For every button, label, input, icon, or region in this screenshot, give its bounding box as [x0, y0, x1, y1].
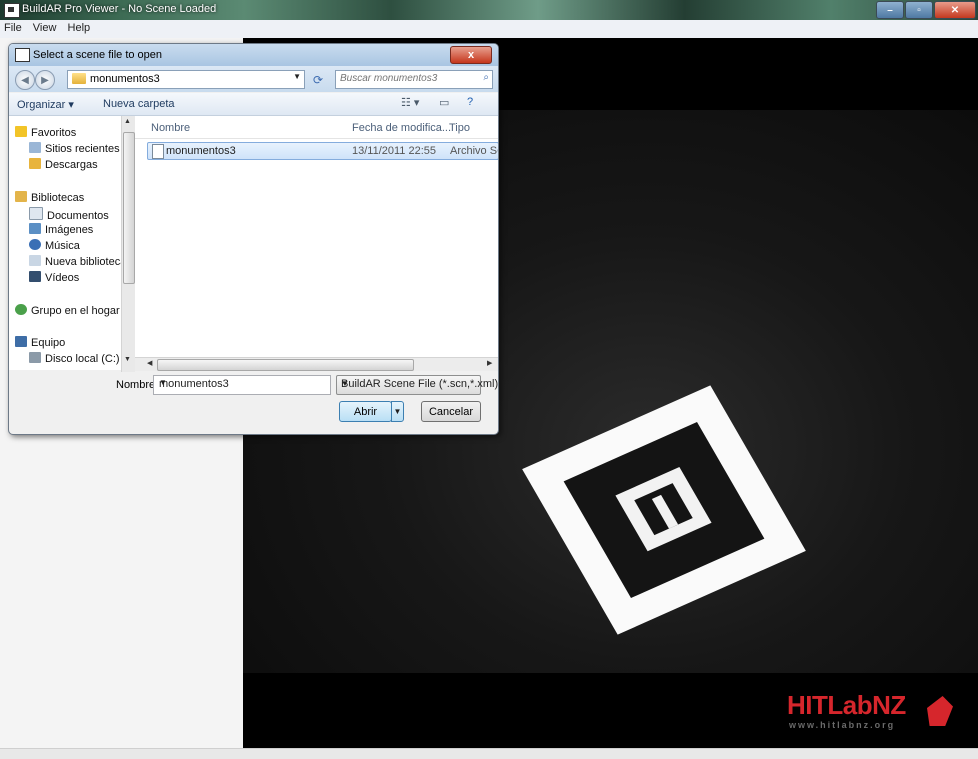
address-bar: ◀ ▶ monumentos3 ▼ ⟳ ⌕: [9, 66, 498, 92]
nav-favorites[interactable]: Favoritos: [15, 126, 76, 140]
open-file-dialog: Select a scene file to open x ◀ ▶ monume…: [8, 43, 499, 435]
ar-marker: [522, 385, 806, 635]
star-icon: [15, 126, 27, 137]
search-icon[interactable]: ⌕: [483, 72, 489, 83]
file-list: Nombre Fecha de modifica... Tipo monumen…: [135, 116, 498, 370]
hitlabnz-logo: HITLabNZ www.hitlabnz.org: [787, 682, 967, 738]
logo-url: www.hitlabnz.org: [789, 720, 896, 730]
scroll-down-icon[interactable]: ▼: [124, 356, 131, 363]
back-icon[interactable]: ◀: [15, 70, 35, 90]
app-icon: [4, 3, 20, 18]
minimize-button[interactable]: –: [876, 1, 904, 19]
new-folder-button[interactable]: Nueva carpeta: [103, 98, 175, 110]
scroll-thumb[interactable]: [123, 132, 135, 284]
file-date: 13/11/2011 22:55: [352, 145, 437, 157]
marker-glyph: [615, 467, 712, 552]
menu-file[interactable]: File: [0, 20, 26, 34]
nav-recent-places[interactable]: Sitios recientes: [29, 142, 120, 156]
dialog-titlebar: Select a scene file to open x: [9, 44, 498, 66]
file-row[interactable]: monumentos3 13/11/2011 22:55 Archivo SCN: [147, 142, 498, 160]
homegroup-icon: [15, 304, 27, 315]
nav-new-library[interactable]: Nueva biblioteca: [29, 255, 126, 269]
menu-help[interactable]: Help: [64, 20, 95, 34]
forward-icon[interactable]: ▶: [35, 70, 55, 90]
file-name: monumentos3: [166, 145, 236, 157]
breadcrumb-current[interactable]: monumentos3: [90, 73, 160, 85]
disk-icon: [29, 352, 41, 363]
nav-libraries[interactable]: Bibliotecas: [15, 191, 84, 205]
filename-input[interactable]: monumentos3 ▼: [153, 375, 331, 395]
nav-homegroup[interactable]: Grupo en el hogar: [15, 304, 120, 318]
scroll-up-icon[interactable]: ▲: [124, 118, 131, 125]
column-type[interactable]: Tipo: [449, 122, 470, 134]
close-button[interactable]: ✕: [934, 1, 976, 19]
filetype-select[interactable]: BuildAR Scene File (*.scn,*.xml) ▼: [336, 375, 498, 395]
logo-text: HITLabNZ: [787, 690, 906, 720]
documents-icon: [29, 207, 43, 220]
nav-scrollbar[interactable]: ▲ ▼: [121, 116, 135, 372]
marker-inner: [563, 421, 765, 599]
search-field[interactable]: ⌕: [335, 70, 493, 89]
nav-pictures[interactable]: Imágenes: [29, 223, 93, 237]
window-controls: – ▫ ✕: [875, 1, 976, 19]
computer-icon: [15, 336, 27, 347]
column-headers: Nombre Fecha de modifica... Tipo: [135, 116, 498, 139]
chevron-down-icon[interactable]: ▼: [341, 379, 476, 388]
filename-label: Nombre:: [116, 379, 159, 391]
preview-pane-icon[interactable]: ▭: [439, 96, 449, 109]
nav-computer[interactable]: Equipo: [15, 336, 65, 350]
maximize-button[interactable]: ▫: [905, 1, 933, 19]
status-bar: [0, 748, 978, 759]
file-hscrollbar[interactable]: ◀ ▶: [135, 357, 498, 371]
column-date[interactable]: Fecha de modifica...: [352, 122, 451, 134]
folder-icon: [72, 73, 86, 84]
refresh-icon[interactable]: ⟳: [307, 70, 329, 89]
chevron-down-icon[interactable]: ▼: [159, 378, 326, 387]
recent-places-icon: [29, 142, 41, 153]
hscroll-thumb[interactable]: [157, 359, 414, 371]
cancel-button[interactable]: Cancelar: [421, 401, 481, 422]
chevron-down-icon[interactable]: ▼: [293, 72, 301, 81]
column-name[interactable]: Nombre: [151, 122, 190, 134]
file-type: Archivo SCN: [450, 145, 498, 157]
scroll-right-icon[interactable]: ▶: [487, 359, 492, 367]
file-icon: [152, 144, 164, 159]
nav-local-disk[interactable]: Disco local (C:): [29, 352, 120, 366]
help-icon[interactable]: ?: [467, 96, 473, 108]
view-options-icon[interactable]: ☷ ▾: [401, 96, 419, 109]
pictures-icon: [29, 223, 41, 234]
dialog-close-button[interactable]: x: [450, 46, 492, 64]
menu-view[interactable]: View: [29, 20, 61, 34]
app-title: BuildAR Pro Viewer - No Scene Loaded: [22, 3, 217, 15]
path-breadcrumb[interactable]: monumentos3 ▼: [67, 70, 305, 89]
organize-button[interactable]: Organizar ▾: [17, 98, 74, 111]
new-library-icon: [29, 255, 41, 266]
search-input[interactable]: [336, 71, 468, 86]
open-dropdown-icon[interactable]: ▼: [391, 401, 404, 422]
navigation-pane: Favoritos Sitios recientes Descargas Bib…: [9, 116, 133, 370]
logo-mark-icon: [927, 696, 953, 726]
menubar: File View Help: [0, 20, 978, 39]
dialog-icon: [15, 48, 30, 62]
nav-videos[interactable]: Vídeos: [29, 271, 79, 285]
open-button[interactable]: Abrir: [339, 401, 392, 422]
app-titlebar: BuildAR Pro Viewer - No Scene Loaded – ▫…: [0, 0, 978, 20]
dialog-toolbar: Organizar ▾ Nueva carpeta ☷ ▾ ▭ ?: [9, 93, 498, 116]
dialog-title: Select a scene file to open: [33, 49, 163, 61]
nav-documents[interactable]: Documentos: [29, 207, 109, 222]
music-icon: [29, 239, 41, 250]
downloads-icon: [29, 158, 41, 169]
scroll-left-icon[interactable]: ◀: [147, 359, 152, 367]
nav-music[interactable]: Música: [29, 239, 80, 253]
nav-downloads[interactable]: Descargas: [29, 158, 98, 172]
videos-icon: [29, 271, 41, 282]
library-icon: [15, 191, 27, 202]
